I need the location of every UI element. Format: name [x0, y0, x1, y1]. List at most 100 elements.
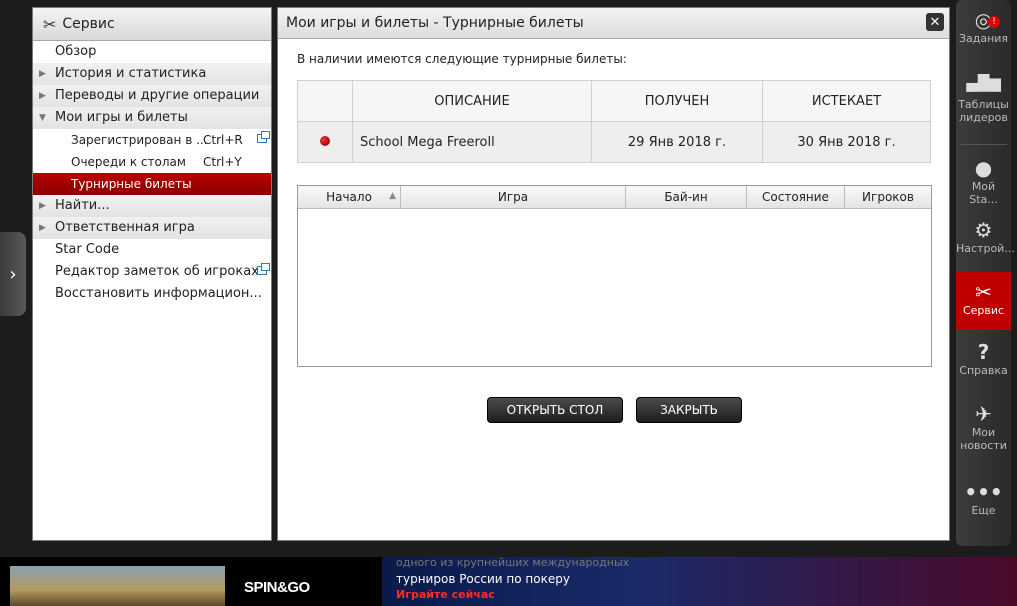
sidebar-item-label: Восстановить информацион...: [55, 286, 262, 301]
sidebar-item-label: Star Code: [55, 242, 120, 257]
more-dots-icon: •••: [964, 480, 1003, 504]
sidebar-item-label: Переводы и другие операции: [55, 88, 260, 103]
sidebar-item-responsible-gaming[interactable]: ▶ Ответственная игра: [33, 217, 271, 239]
sidebar-item-notes-editor[interactable]: Редактор заметок об игроках: [33, 261, 271, 283]
main-panel: Мои игры и билеты - Турнирные билеты В н…: [277, 7, 950, 541]
collapse-arrow-icon[interactable]: ▼: [39, 107, 46, 129]
banner-text-line: турниров России по покеру: [396, 572, 570, 586]
rail-item-label: Задания: [958, 32, 1009, 45]
expand-arrow-icon[interactable]: ▶: [39, 85, 46, 107]
ticket-status-cell: [297, 121, 353, 163]
tickets-table: ОПИСАНИЕ ПОЛУЧЕН ИСТЕКАЕТ School Mega Fr…: [297, 80, 931, 163]
shortcut-label: Ctrl+R: [203, 133, 243, 147]
sidebar-item-label: Очереди к столам: [71, 155, 186, 169]
games-list[interactable]: Начало ▲ Игра Бай-ин Состояние Игроков: [297, 185, 932, 367]
close-icon: ✕: [929, 14, 941, 30]
rail-item-label: Еще: [971, 504, 996, 517]
ticket-description: School Mega Freeroll: [352, 121, 592, 163]
sidebar-item-label: Мои игры и билеты: [55, 110, 188, 125]
sidebar-item-label: Ответственная игра: [55, 220, 195, 235]
banner-text-line: одного из крупнейших международных: [396, 556, 630, 569]
rail-divider: [960, 144, 1007, 145]
rail-item-label: новости: [960, 439, 1007, 452]
sidebar-item-transfers[interactable]: ▶ Переводы и другие операции: [33, 85, 271, 107]
column-header-buyin[interactable]: Бай-ин: [625, 186, 747, 209]
banner-photo: [10, 566, 225, 606]
sidebar-item-registered[interactable]: Зарегистрирован в ... Ctrl+R: [33, 129, 271, 151]
rail-item-label: Справка: [959, 364, 1008, 377]
table-header-row: ОПИСАНИЕ ПОЛУЧЕН ИСТЕКАЕТ: [297, 80, 931, 122]
red-dot-icon: [320, 135, 330, 146]
target-icon: ◎: [974, 8, 993, 32]
popout-icon[interactable]: [257, 131, 270, 143]
ticket-expires: 30 Янв 2018 г.: [762, 121, 931, 163]
rail-item-my-stars[interactable]: ● Мой Sta...: [956, 156, 1011, 206]
sidebar-item-label: История и статистика: [55, 66, 207, 81]
service-sidebar: ✂ Сервис Обзор ▶ История и статистика ▶ Пе…: [32, 7, 272, 541]
ticket-received: 29 Янв 2018 г.: [591, 121, 763, 163]
rail-item-news[interactable]: ✈ Мои новости: [956, 402, 1011, 464]
close-button[interactable]: ЗАКРЫТЬ: [636, 397, 742, 423]
close-window-button[interactable]: ✕: [926, 13, 944, 31]
column-header-description[interactable]: ОПИСАНИЕ: [352, 80, 592, 122]
expand-arrow-icon[interactable]: ▶: [39, 195, 46, 217]
sidebar-item-tournament-tickets[interactable]: Турнирные билеты: [33, 173, 271, 195]
column-header-received[interactable]: ПОЛУЧЕН: [591, 80, 763, 122]
column-header-status[interactable]: Состояние: [746, 186, 845, 209]
page-title: Мои игры и билеты - Турнирные билеты: [286, 15, 584, 31]
satellite-icon: ✈: [975, 402, 992, 426]
sidebar-item-label: Редактор заметок об игроках: [55, 264, 259, 279]
banner-cta[interactable]: Играйте сейчас: [396, 588, 495, 601]
expand-arrow-icon[interactable]: ▶: [39, 63, 46, 85]
expand-arrow-icon[interactable]: ▶: [39, 217, 46, 239]
tools-icon: ✂: [975, 280, 992, 304]
expand-panel-toggle[interactable]: ›: [0, 232, 26, 316]
banner-text-area: одного из крупнейших международных турни…: [382, 556, 636, 606]
sidebar-item-label: Зарегистрирован в ...: [71, 133, 208, 147]
games-table: Начало ▲ Игра Бай-ин Состояние Игроков: [298, 186, 931, 209]
popout-icon[interactable]: [257, 263, 270, 275]
main-header: Мои игры и билеты - Турнирные билеты: [278, 8, 949, 39]
sidebar-title: Сервис: [62, 16, 115, 32]
column-header-players[interactable]: Игроков: [844, 186, 931, 209]
promo-banner[interactable]: SPIN&GO одного из крупнейших международн…: [0, 556, 1017, 606]
open-table-button[interactable]: ОТКРЫТЬ СТОЛ: [487, 397, 623, 423]
shortcut-label: Ctrl+Y: [203, 155, 242, 169]
rail-item-more[interactable]: ••• Еще: [956, 480, 1011, 524]
sidebar-item-overview[interactable]: Обзор: [33, 41, 271, 63]
sidebar-item-find[interactable]: ▶ Найти...: [33, 195, 271, 217]
rail-item-settings[interactable]: ⚙ Настрой...: [956, 218, 1015, 270]
sidebar-item-table-queues[interactable]: Очереди к столам Ctrl+Y: [33, 151, 271, 173]
rail-item-label: Мои: [971, 426, 996, 439]
sidebar-item-restore-info[interactable]: Восстановить информацион...: [33, 283, 271, 305]
icon-column-header: [297, 80, 353, 122]
table-row[interactable]: School Mega Freeroll 29 Янв 2018 г. 30 Я…: [297, 121, 931, 163]
column-header-label: Начало: [326, 190, 372, 204]
chevron-right-icon: ›: [9, 263, 17, 285]
sort-ascending-icon: ▲: [389, 191, 396, 201]
tools-icon: ✂: [43, 14, 57, 34]
sidebar-item-star-code[interactable]: Star Code: [33, 239, 271, 261]
rail-item-help[interactable]: ? Справка: [956, 340, 1011, 390]
column-header-start[interactable]: Начало ▲: [298, 186, 401, 209]
banner-background: [636, 557, 1017, 606]
sidebar-item-label: Найти...: [55, 198, 110, 213]
spin-and-go-logo: SPIN&GO: [244, 579, 310, 596]
rail-item-tasks[interactable]: ◎ ! Задания: [956, 8, 1011, 66]
sidebar-item-label: Обзор: [55, 44, 97, 59]
sidebar-item-my-games[interactable]: ▼ Мои игры и билеты: [33, 107, 271, 129]
question-icon: ?: [977, 340, 990, 364]
sidebar-header: ✂ Сервис: [33, 8, 271, 41]
rail-item-leaderboards[interactable]: ▄█▆ Таблицы лидеров: [956, 74, 1011, 136]
rail-item-label: Настрой...: [956, 242, 1015, 255]
podium-icon: ▄█▆: [966, 74, 1001, 92]
notification-badge: !: [988, 16, 1000, 28]
sidebar-item-history[interactable]: ▶ История и статистика: [33, 63, 271, 85]
table-header-row: Начало ▲ Игра Бай-ин Состояние Игроков: [298, 186, 931, 209]
column-header-expires[interactable]: ИСТЕКАЕТ: [762, 80, 931, 122]
column-header-game[interactable]: Игра: [400, 186, 626, 209]
gear-icon: ⚙: [974, 218, 993, 242]
rail-item-service[interactable]: ✂ Сервис: [956, 272, 1011, 330]
right-rail: ◎ ! Задания ▄█▆ Таблицы лидеров ● Мой St…: [956, 0, 1015, 546]
rail-item-label: Мой Sta...: [969, 180, 998, 206]
